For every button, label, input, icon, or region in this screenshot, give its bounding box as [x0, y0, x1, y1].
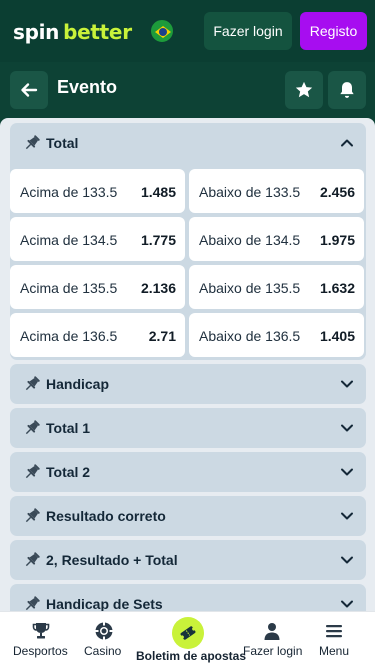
bottom-nav: Desportos Casino Boletim de apostas Faze… — [0, 611, 375, 666]
logo-text-better: better — [63, 20, 132, 44]
register-button[interactable]: Registo — [300, 12, 367, 50]
market-title: 2, Resultado + Total — [46, 552, 178, 568]
odd-label: Acima de 135.5 — [20, 280, 118, 296]
market-section-set-handicap[interactable]: Handicap de Sets — [10, 584, 366, 611]
market-section-total: Total Acima de 133.5 1.485 Abaixo de 133… — [10, 123, 366, 360]
favorite-button[interactable] — [285, 71, 323, 109]
nav-sports[interactable]: Desportos — [0, 612, 82, 666]
odd-value: 2.71 — [148, 328, 176, 344]
bet-slip-badge — [172, 617, 204, 649]
odd-cell[interactable]: Abaixo de 134.5 1.975 — [189, 217, 364, 261]
market-section-handicap[interactable]: Handicap — [10, 364, 366, 404]
chevron-down-icon[interactable] — [340, 509, 354, 523]
odd-label: Abaixo de 136.5 — [199, 328, 301, 344]
login-button[interactable]: Fazer login — [204, 12, 292, 50]
odd-value: 1.405 — [319, 328, 355, 344]
nav-login[interactable]: Fazer login — [240, 612, 304, 666]
chevron-down-icon[interactable] — [340, 465, 354, 479]
page-header: Evento — [0, 62, 375, 118]
market-header-total[interactable]: Total — [10, 123, 366, 163]
market-title: Total 2 — [46, 464, 91, 480]
brand-logo[interactable]: spin better — [13, 20, 132, 44]
pin-icon[interactable] — [22, 506, 42, 526]
odd-value: 1.775 — [140, 232, 176, 248]
chevron-down-icon[interactable] — [340, 597, 354, 611]
odd-value: 2.456 — [319, 184, 355, 200]
pin-icon[interactable] — [22, 374, 42, 394]
pin-icon[interactable] — [22, 462, 42, 482]
nav-bet-slip[interactable]: Boletim de apostas — [126, 612, 246, 666]
nav-menu[interactable]: Menu — [310, 612, 360, 666]
nav-label: Desportos — [13, 644, 68, 658]
market-title: Handicap — [46, 376, 110, 392]
top-bar: spin better Fazer login Registo — [0, 0, 375, 62]
market-title: Handicap de Sets — [46, 596, 163, 611]
back-button[interactable] — [10, 71, 48, 109]
arrow-left-icon — [21, 83, 38, 97]
chevron-up-icon[interactable] — [340, 136, 354, 150]
chevron-down-icon[interactable] — [340, 421, 354, 435]
markets-list: Total Acima de 133.5 1.485 Abaixo de 133… — [0, 118, 375, 611]
trophy-icon — [32, 623, 50, 639]
odd-label: Acima de 134.5 — [20, 232, 118, 248]
odd-value: 1.975 — [319, 232, 355, 248]
nav-label: Casino — [84, 644, 122, 658]
market-section-total-2[interactable]: Total 2 — [10, 452, 366, 492]
market-title: Total — [46, 135, 79, 151]
odd-label: Acima de 136.5 — [20, 328, 118, 344]
odd-cell[interactable]: Acima de 136.5 2.71 — [10, 313, 185, 357]
odd-label: Abaixo de 134.5 — [199, 232, 301, 248]
chevron-down-icon[interactable] — [340, 553, 354, 567]
odd-cell[interactable]: Abaixo de 133.5 2.456 — [189, 169, 364, 213]
notifications-button[interactable] — [328, 71, 366, 109]
nav-casino[interactable]: Casino — [82, 612, 126, 666]
odd-cell[interactable]: Acima de 133.5 1.485 — [10, 169, 185, 213]
nav-label: Boletim de apostas — [136, 649, 247, 663]
pin-icon[interactable] — [22, 418, 42, 438]
market-section-correct-score[interactable]: Resultado correto — [10, 496, 366, 536]
odd-cell[interactable]: Abaixo de 136.5 1.405 — [189, 313, 364, 357]
page-title: Evento — [57, 77, 118, 97]
odd-label: Abaixo de 135.5 — [199, 280, 301, 296]
odd-cell[interactable]: Acima de 135.5 2.136 — [10, 265, 185, 309]
market-title: Resultado correto — [46, 508, 166, 524]
nav-label: Fazer login — [243, 644, 303, 658]
pin-icon[interactable] — [22, 594, 42, 611]
chip-icon — [95, 622, 113, 640]
pin-icon[interactable] — [22, 550, 42, 570]
market-section-result-total[interactable]: 2, Resultado + Total — [10, 540, 366, 580]
ticket-icon — [180, 626, 196, 640]
odd-value: 2.136 — [140, 280, 176, 296]
market-title: Total 1 — [46, 420, 91, 436]
odd-value: 1.485 — [140, 184, 176, 200]
menu-icon — [326, 625, 342, 638]
odd-label: Acima de 133.5 — [20, 184, 118, 200]
brazil-flag-icon[interactable] — [150, 19, 174, 43]
odd-cell[interactable]: Abaixo de 135.5 1.632 — [189, 265, 364, 309]
pin-icon[interactable] — [22, 133, 42, 153]
nav-label: Menu — [319, 644, 350, 658]
odd-label: Abaixo de 133.5 — [199, 184, 301, 200]
bell-icon — [340, 82, 354, 98]
star-icon — [295, 81, 313, 98]
market-section-total-1[interactable]: Total 1 — [10, 408, 366, 448]
odd-cell[interactable]: Acima de 134.5 1.775 — [10, 217, 185, 261]
odd-value: 1.632 — [319, 280, 355, 296]
logo-text-spin: spin — [13, 20, 60, 44]
user-icon — [264, 623, 280, 640]
chevron-down-icon[interactable] — [340, 377, 354, 391]
